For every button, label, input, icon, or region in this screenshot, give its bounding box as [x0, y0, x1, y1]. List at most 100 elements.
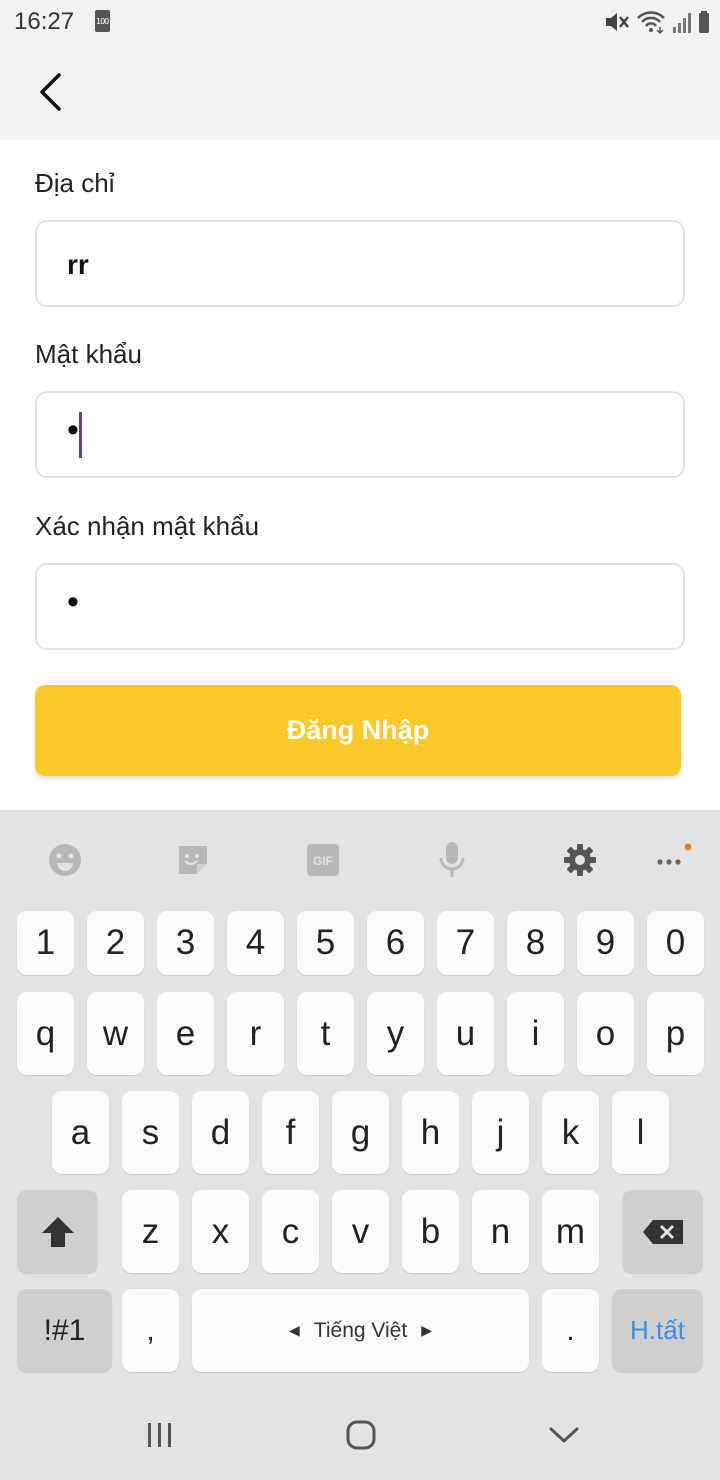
key-label: d [210, 1112, 231, 1152]
backspace-key[interactable] [622, 1190, 703, 1273]
key-e[interactable]: e [157, 992, 214, 1075]
key-1[interactable]: 1 [17, 911, 74, 975]
recent-apps-icon [148, 1423, 171, 1447]
settings-button[interactable] [560, 840, 600, 880]
done-key[interactable]: H.tất [612, 1289, 703, 1372]
key-5[interactable]: 5 [297, 911, 354, 975]
key-label: j [496, 1112, 505, 1152]
key-r[interactable]: r [227, 992, 284, 1075]
recent-apps-button[interactable] [138, 1415, 182, 1455]
registration-form: Địa chỉ rr Mật khẩu • Xác nhận mật khẩu … [0, 140, 720, 810]
key-label: z [141, 1211, 160, 1251]
key-label: 9 [595, 923, 616, 962]
status-icons [604, 8, 710, 36]
key-label: r [249, 1013, 262, 1053]
key-z[interactable]: z [122, 1190, 179, 1273]
key-q[interactable]: q [17, 992, 74, 1075]
key-8[interactable]: 8 [507, 911, 564, 975]
home-button[interactable] [339, 1415, 383, 1455]
battery-small-icon: 100 [95, 10, 110, 32]
more-button[interactable] [652, 840, 692, 880]
key-7[interactable]: 7 [437, 911, 494, 975]
chevron-left-icon [40, 73, 61, 111]
login-button[interactable]: Đăng Nhập [35, 685, 681, 776]
key-u[interactable]: u [437, 992, 494, 1075]
sticker-button[interactable] [173, 840, 213, 880]
key-label: 8 [525, 923, 546, 962]
key-f[interactable]: f [262, 1091, 319, 1174]
key-0[interactable]: 0 [647, 911, 704, 975]
wifi-icon [637, 11, 665, 34]
status-time: 16:27 [14, 8, 75, 35]
key-label: 5 [315, 923, 336, 962]
key-o[interactable]: o [577, 992, 634, 1075]
key-p[interactable]: p [647, 992, 704, 1075]
confirm-password-value: • [67, 583, 79, 621]
microphone-button[interactable] [432, 840, 472, 880]
gif-button[interactable]: GIF [303, 840, 343, 880]
key-n[interactable]: n [472, 1190, 529, 1273]
back-nav-button[interactable] [542, 1415, 586, 1455]
address-label: Địa chỉ [35, 168, 115, 198]
key-t[interactable]: t [297, 992, 354, 1075]
key-label: u [455, 1013, 476, 1053]
key-b[interactable]: b [402, 1190, 459, 1273]
key-label: 4 [245, 923, 266, 962]
key-label: c [281, 1211, 300, 1251]
key-k[interactable]: k [542, 1091, 599, 1174]
key-v[interactable]: v [332, 1190, 389, 1273]
microphone-icon [439, 842, 465, 877]
settings-icon [564, 844, 596, 876]
key-m[interactable]: m [542, 1190, 599, 1273]
left-arrow-icon: ◀ [289, 1322, 300, 1338]
key-9[interactable]: 9 [577, 911, 634, 975]
key-l[interactable]: l [612, 1091, 669, 1174]
password-label: Mật khẩu [35, 339, 142, 369]
period-key[interactable]: . [542, 1289, 599, 1372]
key-i[interactable]: i [507, 992, 564, 1075]
key-s[interactable]: s [122, 1091, 179, 1174]
key-a[interactable]: a [52, 1091, 109, 1174]
key-label: i [531, 1013, 540, 1053]
more-icon [657, 843, 692, 865]
key-2[interactable]: 2 [87, 911, 144, 975]
space-key[interactable]: ◀ Tiếng Việt ▶ [192, 1289, 529, 1372]
emoji-icon [49, 844, 81, 876]
comma-key[interactable]: , [122, 1289, 179, 1372]
back-nav-icon [549, 1427, 579, 1443]
confirm-password-label: Xác nhận mật khẩu [35, 511, 260, 541]
symbols-key[interactable]: !#1 [17, 1289, 112, 1372]
address-input[interactable]: rr [35, 220, 685, 307]
key-label: p [665, 1013, 686, 1053]
key-y[interactable]: y [367, 992, 424, 1075]
key-h[interactable]: h [402, 1091, 459, 1174]
key-c[interactable]: c [262, 1190, 319, 1273]
shift-icon [41, 1216, 74, 1247]
key-x[interactable]: x [192, 1190, 249, 1273]
keyboard: GIF 1 2 3 4 5 6 7 8 9 0 q w e r t y u i … [0, 810, 720, 1390]
shift-key[interactable] [17, 1190, 98, 1273]
emoji-button[interactable] [45, 840, 85, 880]
key-j[interactable]: j [472, 1091, 529, 1174]
key-g[interactable]: g [332, 1091, 389, 1174]
confirm-password-input[interactable]: • [35, 563, 685, 650]
key-w[interactable]: w [87, 992, 144, 1075]
period-key-label: . [566, 1313, 575, 1347]
back-button[interactable] [26, 68, 74, 116]
key-label: k [561, 1112, 580, 1152]
app-bar [0, 44, 720, 140]
key-label: w [102, 1013, 129, 1053]
key-3[interactable]: 3 [157, 911, 214, 975]
key-label: 3 [175, 923, 196, 962]
key-label: t [320, 1013, 331, 1053]
key-6[interactable]: 6 [367, 911, 424, 975]
key-d[interactable]: d [192, 1091, 249, 1174]
comma-key-label: , [146, 1313, 155, 1347]
key-4[interactable]: 4 [227, 911, 284, 975]
navigation-bar [0, 1390, 720, 1480]
password-input[interactable]: • [35, 391, 685, 478]
key-label: 2 [105, 923, 126, 962]
backspace-icon [642, 1219, 683, 1244]
space-key-label: Tiếng Việt [313, 1318, 408, 1342]
key-label: f [285, 1112, 296, 1152]
